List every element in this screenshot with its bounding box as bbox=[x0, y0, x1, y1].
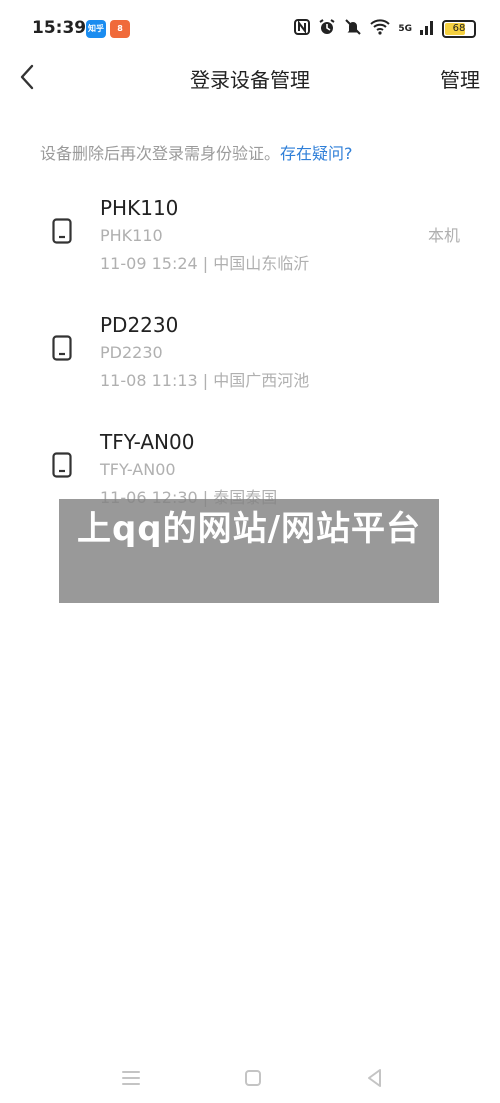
home-nav-button[interactable] bbox=[238, 1063, 268, 1093]
signal-icon bbox=[420, 19, 434, 39]
notice-text: 设备删除后再次登录需身份验证。 bbox=[40, 144, 281, 163]
status-time: 15:39 bbox=[32, 18, 87, 38]
device-model: TFY-AN00 bbox=[100, 460, 176, 479]
phone-icon bbox=[52, 335, 72, 361]
triangle-back-icon bbox=[368, 1069, 381, 1087]
battery-icon: 68 bbox=[442, 20, 476, 38]
device-name: TFY-AN00 bbox=[100, 430, 195, 454]
header: 登录设备管理 管理 bbox=[0, 60, 500, 100]
verification-notice: 设备删除后再次登录需身份验证。存在疑问? bbox=[40, 140, 353, 164]
device-model: PD2230 bbox=[100, 343, 163, 362]
watermark-text: 上qq的网站/网站平台 bbox=[76, 509, 422, 549]
device-item[interactable]: PD2230 PD2230 11-08 11:13 | 中国广西河池 bbox=[0, 313, 500, 413]
menu-nav-button[interactable] bbox=[116, 1063, 146, 1093]
mute-icon bbox=[344, 18, 362, 40]
system-nav-bar bbox=[0, 1055, 500, 1103]
device-login-info: 11-08 11:13 | 中国广西河池 bbox=[100, 371, 310, 390]
page-title: 登录设备管理 bbox=[190, 68, 310, 92]
zhihu-app-icon: 知乎 bbox=[86, 20, 106, 38]
battery-level: 68 bbox=[452, 23, 466, 34]
menu-icon bbox=[122, 1071, 140, 1085]
back-nav-button[interactable] bbox=[360, 1063, 390, 1093]
wifi-icon bbox=[370, 19, 391, 39]
status-bar: 15:39 知乎 8 5G 68 bbox=[0, 0, 500, 60]
current-device-badge: 本机 bbox=[427, 226, 460, 245]
help-link[interactable]: 存在疑问? bbox=[280, 144, 353, 163]
device-name: PHK110 bbox=[100, 196, 179, 220]
status-icons: 5G 68 bbox=[294, 18, 476, 40]
notification-app-icon: 8 bbox=[110, 20, 130, 38]
watermark-banner: 上qq的网站/网站平台 bbox=[59, 499, 439, 603]
nfc-icon bbox=[294, 19, 311, 39]
device-item[interactable]: PHK110 PHK110 11-09 15:24 | 中国山东临沂 本机 bbox=[0, 196, 500, 296]
network-type-label: 5G bbox=[398, 23, 412, 34]
alarm-icon bbox=[318, 18, 336, 40]
device-login-info: 11-09 15:24 | 中国山东临沂 bbox=[100, 254, 310, 273]
phone-icon bbox=[52, 452, 72, 478]
phone-icon bbox=[52, 218, 72, 244]
home-icon bbox=[245, 1070, 261, 1086]
manage-button[interactable]: 管理 bbox=[440, 64, 480, 93]
device-name: PD2230 bbox=[100, 313, 179, 337]
device-model: PHK110 bbox=[100, 226, 163, 245]
